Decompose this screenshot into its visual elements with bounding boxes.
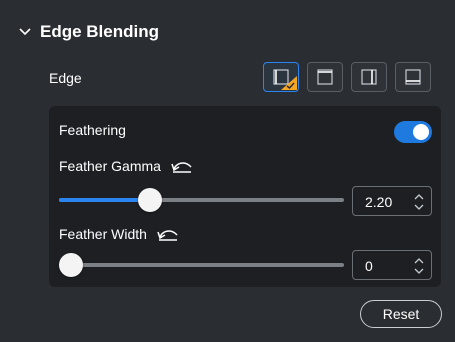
edge-blending-panel: Edge Blending Edge Feathering Feather Ga… xyxy=(0,0,455,342)
undo-icon[interactable] xyxy=(171,159,193,173)
edge-right-button[interactable] xyxy=(351,62,387,92)
top-edge-icon xyxy=(317,69,333,85)
feather-width-value[interactable]: 0 xyxy=(365,258,373,274)
right-edge-icon xyxy=(361,69,377,85)
toggle-knob xyxy=(413,124,429,140)
slider-fill xyxy=(59,198,150,202)
section-title: Edge Blending xyxy=(40,22,159,41)
undo-icon[interactable] xyxy=(157,227,179,241)
slider-thumb[interactable] xyxy=(138,188,162,212)
feathering-label: Feathering xyxy=(59,122,126,138)
bottom-edge-icon xyxy=(405,69,421,85)
edge-bottom-button[interactable] xyxy=(395,62,431,92)
feather-gamma-row-label: Feather Gamma xyxy=(59,158,193,174)
slider-track xyxy=(59,263,344,267)
edge-row: Edge xyxy=(49,62,441,94)
chevron-down-icon[interactable] xyxy=(18,25,32,39)
edge-label: Edge xyxy=(49,70,82,86)
slider-thumb[interactable] xyxy=(59,253,83,277)
edge-options xyxy=(263,62,431,92)
feather-gamma-spinbox[interactable]: 2.20 xyxy=(352,186,432,216)
feather-width-spinbox[interactable]: 0 xyxy=(352,250,432,280)
section-header[interactable]: Edge Blending xyxy=(18,18,159,46)
reset-button[interactable]: Reset xyxy=(360,300,442,328)
feather-gamma-slider[interactable] xyxy=(59,188,344,212)
feathering-group: Feathering Feather Gamma 2.20 Feather Wi… xyxy=(49,106,441,287)
feathering-toggle[interactable] xyxy=(394,121,432,143)
feather-width-label: Feather Width xyxy=(59,226,147,242)
feather-gamma-value[interactable]: 2.20 xyxy=(365,194,392,210)
edge-left-button[interactable] xyxy=(263,62,299,92)
check-badge-icon xyxy=(281,76,297,90)
feather-width-slider[interactable] xyxy=(59,253,344,277)
stepper-arrows-icon[interactable] xyxy=(413,191,425,213)
stepper-arrows-icon[interactable] xyxy=(413,255,425,277)
feather-width-row-label: Feather Width xyxy=(59,226,179,242)
edge-top-button[interactable] xyxy=(307,62,343,92)
feather-gamma-label: Feather Gamma xyxy=(59,158,161,174)
